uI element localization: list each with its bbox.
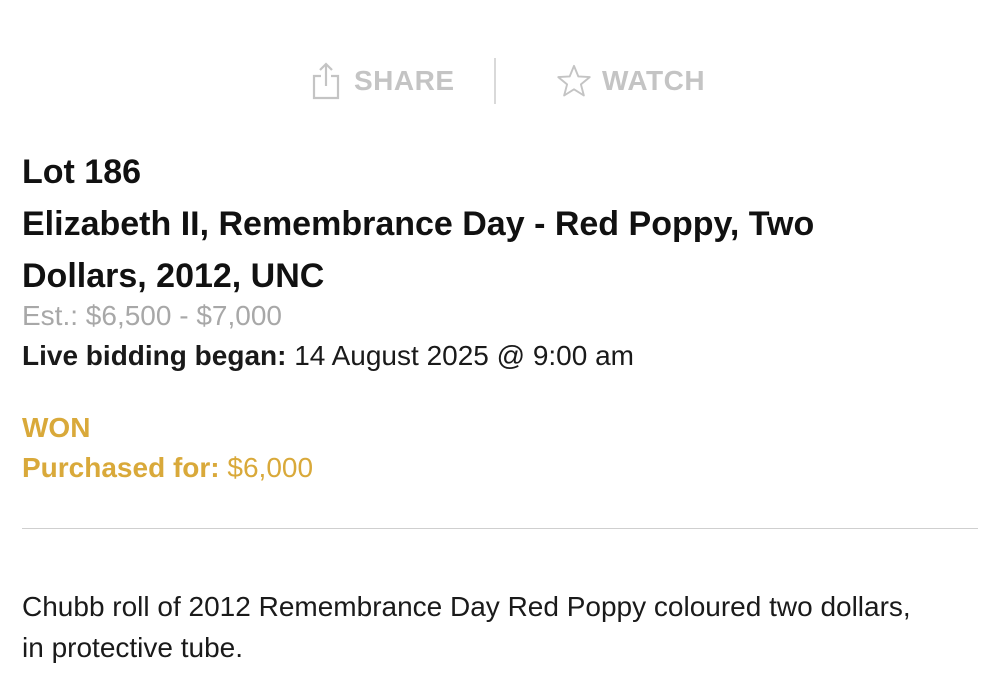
watch-label: WATCH [602, 65, 706, 96]
lot-title-line-1: Elizabeth II, Remembrance Day - Red Popp… [22, 205, 815, 243]
bidding-info: Live bidding began: 14 August 2025 @ 9:0… [22, 340, 634, 372]
lot-estimate: Est.: $6,500 - $7,000 [22, 300, 282, 331]
lot-number: Lot 186 [22, 153, 142, 191]
purchased-price: $6,000 [219, 452, 314, 483]
lot-description: Chubb roll of 2012 Remembrance Day Red P… [22, 591, 911, 663]
share-button[interactable]: SHARE [308, 56, 455, 106]
bidding-date: 14 August 2025 @ 9:00 am [286, 340, 635, 371]
share-icon [308, 61, 344, 101]
watch-button[interactable]: WATCH [556, 56, 705, 106]
bidding-label: Live bidding began: [22, 340, 287, 371]
section-divider [22, 528, 978, 529]
share-label: SHARE [354, 65, 455, 96]
won-status: WON [22, 412, 91, 443]
lot-title-block: Lot 186 Elizabeth II, Remembrance Day - … [22, 146, 972, 302]
purchase-info: Purchased for: $6,000 [22, 452, 313, 484]
star-icon [556, 61, 592, 101]
purchased-label: Purchased for: [22, 452, 220, 483]
action-bar: SHARE WATCH [0, 56, 1000, 106]
lot-title-line-2: Dollars, 2012, UNC [22, 257, 325, 295]
lot-detail-page: SHARE WATCH Lot 186 Elizabeth II, Rememb… [0, 0, 1000, 677]
action-divider [494, 58, 496, 104]
